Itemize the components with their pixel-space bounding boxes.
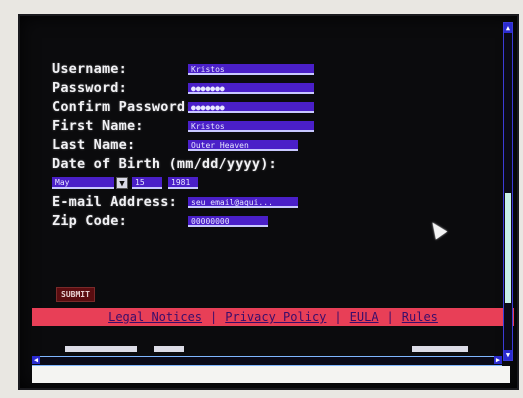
zip-input[interactable]: 00000000 bbox=[188, 216, 268, 227]
password-label: Password: bbox=[52, 80, 127, 96]
username-input[interactable]: Kristos bbox=[188, 64, 314, 75]
scroll-down-icon[interactable]: ▼ bbox=[504, 350, 512, 360]
last-name-input[interactable]: Outer Heaven bbox=[188, 140, 298, 151]
confirm-password-label: Confirm Password: bbox=[52, 99, 194, 115]
last-name-label: Last Name: bbox=[52, 137, 136, 153]
password-input[interactable]: ●●●●●●● bbox=[188, 83, 314, 94]
footer-links-bar: Legal Notices | Privacy Policy | EULA | … bbox=[32, 308, 514, 326]
scroll-left-icon[interactable]: ◀ bbox=[32, 356, 40, 364]
scroll-up-icon[interactable]: ▲ bbox=[504, 23, 512, 33]
page-element-fragment bbox=[154, 346, 184, 352]
horizontal-scrollbar[interactable]: ◀ ▶ bbox=[32, 356, 502, 366]
mouse-cursor-icon bbox=[426, 218, 448, 240]
monitor-screen: Username: Kristos Password: ●●●●●●● Conf… bbox=[18, 14, 519, 390]
footer-link-rules[interactable]: Rules bbox=[402, 310, 438, 324]
footer-link-privacy-policy[interactable]: Privacy Policy bbox=[225, 310, 326, 324]
footer-link-eula[interactable]: EULA bbox=[350, 310, 379, 324]
chevron-down-icon[interactable]: ▼ bbox=[116, 177, 128, 189]
vertical-scrollbar[interactable]: ▲ ▼ bbox=[503, 22, 513, 361]
dob-label: Date of Birth (mm/dd/yyyy): bbox=[52, 156, 277, 172]
email-input[interactable]: seu_email@aqui... bbox=[188, 197, 298, 208]
dob-day-input[interactable]: 15 bbox=[132, 177, 162, 189]
email-label: E-mail Address: bbox=[52, 194, 177, 210]
footer-link-legal-notices[interactable]: Legal Notices bbox=[108, 310, 202, 324]
username-label: Username: bbox=[52, 61, 127, 77]
dob-month-select[interactable]: May bbox=[52, 177, 114, 189]
confirm-password-input[interactable]: ●●●●●●● bbox=[188, 102, 314, 113]
page-element-fragment bbox=[65, 346, 137, 352]
submit-button[interactable]: SUBMIT bbox=[56, 287, 95, 302]
footer-separator: | bbox=[386, 310, 394, 324]
footer-separator: | bbox=[334, 310, 342, 324]
status-bar bbox=[32, 366, 510, 383]
footer-separator: | bbox=[210, 310, 218, 324]
zip-label: Zip Code: bbox=[52, 213, 127, 229]
scroll-right-icon[interactable]: ▶ bbox=[494, 356, 502, 364]
vertical-scroll-thumb[interactable] bbox=[505, 193, 511, 303]
page-element-fragment bbox=[412, 346, 468, 352]
first-name-label: First Name: bbox=[52, 118, 144, 134]
first-name-input[interactable]: Kristos bbox=[188, 121, 314, 132]
dob-year-input[interactable]: 1981 bbox=[168, 177, 198, 189]
